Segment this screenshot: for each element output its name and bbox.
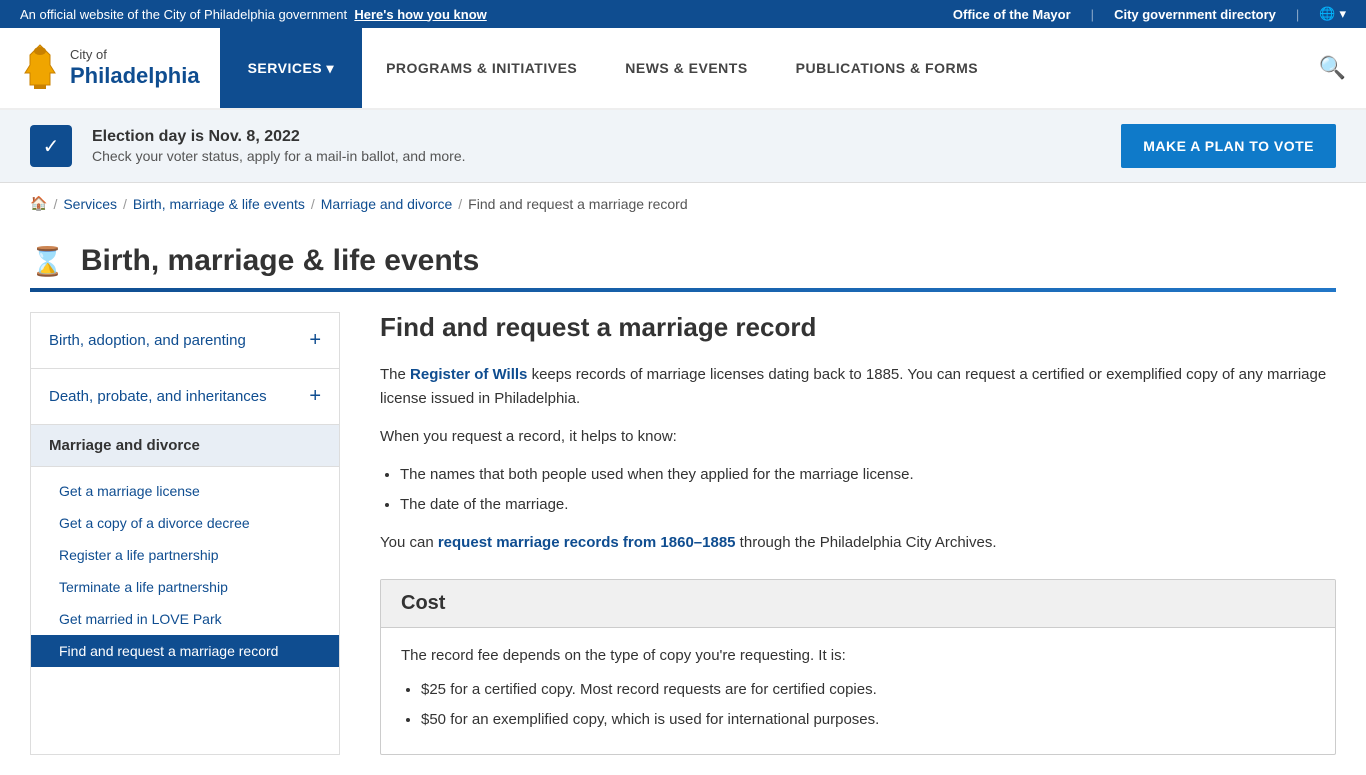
cost-intro: The record fee depends on the type of co… (401, 644, 1315, 668)
publications-nav-link[interactable]: PUBLICATIONS & FORMS (772, 28, 1002, 108)
sidebar-item-birth-header[interactable]: Birth, adoption, and parenting + (31, 313, 339, 368)
office-of-mayor-link[interactable]: Office of the Mayor (953, 7, 1071, 22)
know-list: The names that both people used when the… (400, 463, 1336, 517)
content-area: Find and request a marriage record The R… (340, 312, 1336, 755)
sidebar-link-love-park[interactable]: Get married in LOVE Park (31, 603, 339, 635)
news-nav-link[interactable]: NEWS & EVENTS (601, 28, 771, 108)
language-selector[interactable]: 🌐 ▾ (1319, 6, 1346, 22)
heres-how-link[interactable]: Here's how you know (354, 7, 486, 22)
vote-button[interactable]: MAKE A PLAN TO VOTE (1121, 124, 1336, 168)
cost-header: Cost (381, 580, 1335, 628)
cost-list: $25 for a certified copy. Most record re… (421, 678, 1315, 732)
page-title-section: ⌛ Birth, marriage & life events (0, 224, 1366, 278)
election-left: ✓ Election day is Nov. 8, 2022 Check you… (30, 125, 466, 167)
logo-text: City of Philadelphia (70, 47, 200, 89)
sidebar-item-birth: Birth, adoption, and parenting + (31, 313, 339, 369)
cost-item-2: $50 for an exemplified copy, which is us… (421, 708, 1315, 732)
cost-box: Cost The record fee depends on the type … (380, 579, 1336, 755)
sidebar-link-terminate-partnership[interactable]: Terminate a life partnership (31, 571, 339, 603)
content-archives: You can request marriage records from 18… (380, 531, 1336, 555)
breadcrumb-services[interactable]: Services (63, 196, 117, 212)
breadcrumb-birth-marriage[interactable]: Birth, marriage & life events (133, 196, 305, 212)
content-intro1: The Register of Wills keeps records of m… (380, 363, 1336, 411)
main-nav: SERVICES ▾ PROGRAMS & INITIATIVES NEWS &… (220, 28, 1366, 108)
cost-item-1: $25 for a certified copy. Most record re… (421, 678, 1315, 702)
city-directory-link[interactable]: City government directory (1114, 7, 1276, 22)
programs-nav-link[interactable]: PROGRAMS & INITIATIVES (362, 28, 601, 108)
election-icon: ✓ (30, 125, 72, 167)
sidebar-link-divorce-decree[interactable]: Get a copy of a divorce decree (31, 507, 339, 539)
page-title: ⌛ Birth, marriage & life events (30, 244, 1336, 278)
sidebar-item-death: Death, probate, and inheritances + (31, 369, 339, 425)
content-intro2: When you request a record, it helps to k… (380, 425, 1336, 449)
main-content: Birth, adoption, and parenting + Death, … (30, 292, 1336, 775)
register-of-wills-link[interactable]: Register of Wills (410, 366, 527, 383)
expand-birth-icon: + (309, 329, 321, 352)
breadcrumb: 🏠 / Services / Birth, marriage & life ev… (0, 183, 1366, 224)
cost-content: The record fee depends on the type of co… (381, 628, 1335, 754)
sidebar-link-marriage-license[interactable]: Get a marriage license (31, 475, 339, 507)
top-banner: An official website of the City of Phila… (0, 0, 1366, 28)
expand-death-icon: + (309, 385, 321, 408)
breadcrumb-current: Find and request a marriage record (468, 196, 687, 212)
search-button[interactable]: 🔍 (1299, 28, 1366, 108)
sidebar-link-register-partnership[interactable]: Register a life partnership (31, 539, 339, 571)
election-text: Election day is Nov. 8, 2022 Check your … (92, 128, 466, 164)
sidebar-link-find-marriage-record[interactable]: Find and request a marriage record (31, 635, 339, 667)
city-logo-icon (20, 43, 60, 93)
official-text: An official website of the City of Phila… (20, 7, 487, 22)
sidebar-sublinks: Get a marriage license Get a copy of a d… (31, 467, 339, 675)
logo[interactable]: City of Philadelphia (0, 28, 220, 108)
page-title-icon: ⌛ (30, 245, 65, 278)
archives-link[interactable]: request marriage records from 1860–1885 (438, 534, 736, 551)
breadcrumb-marriage-divorce[interactable]: Marriage and divorce (321, 196, 453, 212)
content-title: Find and request a marriage record (380, 312, 1336, 343)
election-banner: ✓ Election day is Nov. 8, 2022 Check you… (0, 110, 1366, 183)
sidebar-active-section: Marriage and divorce (31, 425, 339, 467)
breadcrumb-home[interactable]: 🏠 (30, 195, 47, 212)
top-banner-right: Office of the Mayor | City government di… (953, 6, 1346, 22)
know-list-item-1: The names that both people used when the… (400, 463, 1336, 487)
services-nav-btn[interactable]: SERVICES ▾ (220, 28, 362, 108)
sidebar-item-death-header[interactable]: Death, probate, and inheritances + (31, 369, 339, 424)
know-list-item-2: The date of the marriage. (400, 493, 1336, 517)
header: City of Philadelphia SERVICES ▾ PROGRAMS… (0, 28, 1366, 110)
sidebar: Birth, adoption, and parenting + Death, … (30, 312, 340, 755)
